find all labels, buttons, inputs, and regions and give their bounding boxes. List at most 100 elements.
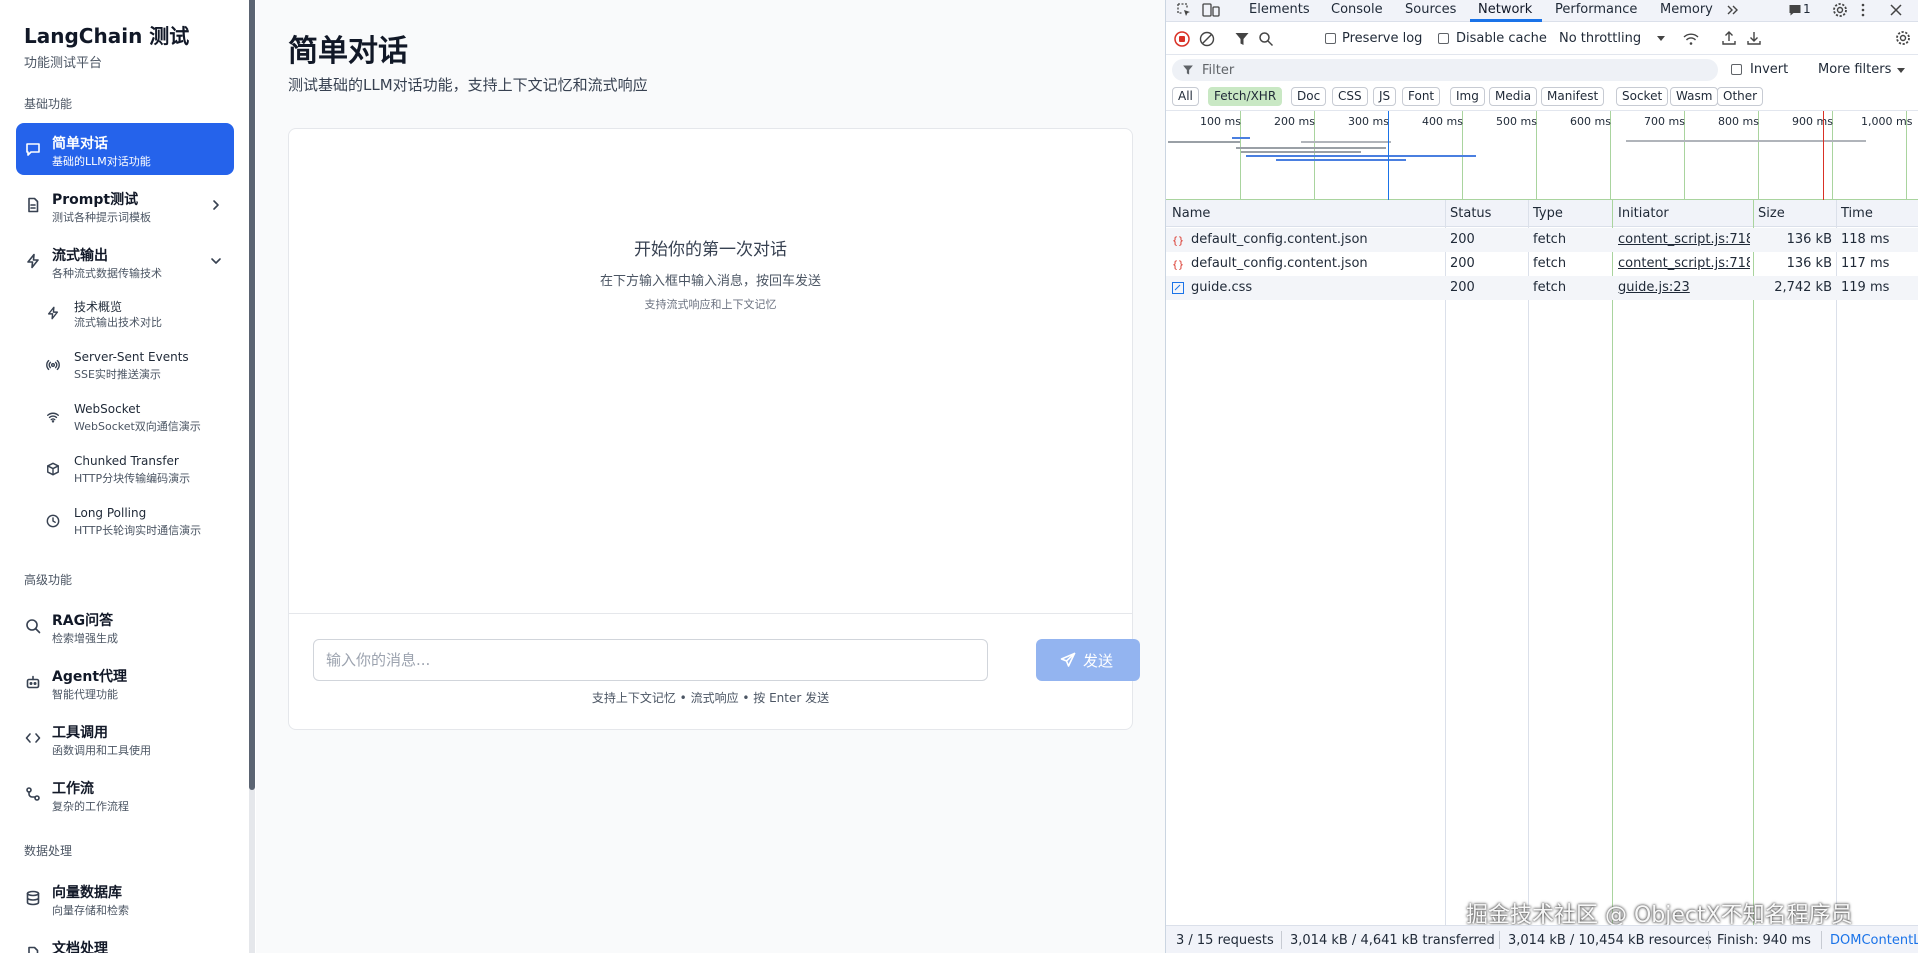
- type-filter-wasm[interactable]: Wasm: [1670, 87, 1719, 106]
- tab-sources[interactable]: Sources: [1405, 2, 1456, 17]
- sidebar-item-streaming[interactable]: 流式输出 各种流式数据传输技术: [16, 235, 234, 287]
- sidebar-item-doc-processing[interactable]: 文档处理: [16, 928, 234, 953]
- filter-icon[interactable]: [1234, 31, 1250, 47]
- tab-performance[interactable]: Performance: [1555, 2, 1637, 17]
- column-header-type[interactable]: Type: [1533, 206, 1563, 221]
- status-requests: 3 / 15 requests: [1176, 933, 1274, 948]
- sidebar-scrollbar-thumb[interactable]: [249, 0, 255, 790]
- request-initiator-link[interactable]: guide.js:23: [1618, 280, 1750, 295]
- sidebar-subitem-chunked[interactable]: Chunked Transfer HTTP分块传输编码演示: [40, 448, 234, 492]
- network-toolbar: Preserve log Disable cache No throttling: [1166, 23, 1918, 55]
- filter-input[interactable]: Filter: [1172, 59, 1718, 81]
- search-icon[interactable]: [1258, 31, 1274, 47]
- close-icon[interactable]: [1889, 3, 1903, 17]
- column-divider[interactable]: [1528, 200, 1529, 925]
- tab-console[interactable]: Console: [1331, 2, 1383, 17]
- sidebar-item-rag[interactable]: RAG问答 检索增强生成: [16, 600, 234, 652]
- request-type: fetch: [1533, 256, 1567, 271]
- type-filter-css[interactable]: CSS: [1332, 87, 1368, 106]
- issues-icon[interactable]: [1788, 3, 1802, 17]
- sidebar-subitem-websocket[interactable]: WebSocket WebSocket双向通信演示: [40, 396, 234, 440]
- disable-cache-checkbox[interactable]: [1438, 33, 1449, 44]
- column-divider[interactable]: [1445, 200, 1446, 925]
- network-conditions-icon[interactable]: [1682, 31, 1700, 47]
- send-button-label: 发送: [1083, 653, 1114, 670]
- filter-row: Filter Invert More filters: [1166, 55, 1918, 85]
- inspect-element-icon[interactable]: [1176, 2, 1192, 18]
- sidebar-item-prompt-test[interactable]: Prompt测试 测试各种提示词模板: [16, 179, 234, 231]
- throttling-select[interactable]: No throttling: [1559, 31, 1641, 46]
- request-row[interactable]: guide.css 200 fetch guide.js:23 2,742 kB…: [1166, 276, 1918, 300]
- sidebar-item-sublabel: 测试各种提示词模板: [52, 211, 151, 224]
- sidebar-item-label: 文档处理: [52, 941, 108, 953]
- invert-checkbox[interactable]: [1731, 64, 1742, 75]
- export-har-icon[interactable]: [1746, 30, 1762, 46]
- issues-count[interactable]: 1: [1803, 2, 1811, 16]
- sidebar-item-tools[interactable]: 工具调用 函数调用和工具使用: [16, 712, 234, 764]
- device-toolbar-icon[interactable]: [1202, 2, 1220, 18]
- sidebar-subitem-label: Server-Sent Events: [74, 350, 189, 364]
- request-initiator-link[interactable]: content_script.js:7188: [1618, 232, 1750, 247]
- message-input[interactable]: [313, 639, 988, 681]
- sidebar-subitem-overview[interactable]: 技术概览 流式输出技术对比: [40, 292, 234, 336]
- more-tabs-icon[interactable]: [1726, 3, 1740, 17]
- column-header-time[interactable]: Time: [1841, 206, 1873, 221]
- type-filter-fetch-xhr[interactable]: Fetch/XHR: [1208, 87, 1283, 106]
- request-row[interactable]: {} default_config.content.json 200 fetch…: [1166, 252, 1918, 276]
- status-dom-content-loaded: DOMContentLoaded: [1830, 933, 1918, 948]
- brand-title: LangChain 测试: [24, 24, 190, 48]
- timeline-request-bar: [1232, 137, 1250, 139]
- timeline-tick-label: 500 ms: [1496, 115, 1537, 128]
- type-filter-font[interactable]: Font: [1402, 87, 1441, 106]
- sidebar-item-workflow[interactable]: 工作流 复杂的工作流程: [16, 768, 234, 820]
- type-filter-manifest[interactable]: Manifest: [1541, 87, 1605, 106]
- network-overview-timeline[interactable]: 100 ms 200 ms 300 ms 400 ms 500 ms 600 m…: [1166, 110, 1918, 200]
- section-label-data: 数据处理: [24, 844, 73, 858]
- column-header-size[interactable]: Size: [1758, 206, 1785, 221]
- invert-label: Invert: [1750, 62, 1789, 77]
- request-row[interactable]: {} default_config.content.json 200 fetch…: [1166, 228, 1918, 252]
- settings-icon[interactable]: [1832, 2, 1848, 18]
- column-header-status[interactable]: Status: [1450, 206, 1491, 221]
- tab-elements[interactable]: Elements: [1249, 2, 1310, 17]
- type-filter-doc[interactable]: Doc: [1291, 87, 1327, 106]
- type-filter-media[interactable]: Media: [1489, 87, 1538, 106]
- more-vert-icon[interactable]: [1860, 2, 1866, 18]
- disable-cache-label: Disable cache: [1456, 31, 1547, 46]
- record-stop-icon[interactable]: [1174, 31, 1190, 47]
- type-filter-img[interactable]: Img: [1450, 87, 1485, 106]
- sidebar-item-label: 简单对话: [52, 136, 108, 152]
- type-filter-js[interactable]: JS: [1373, 87, 1397, 106]
- sidebar-item-simple-chat[interactable]: 简单对话 基础的LLM对话功能: [16, 123, 234, 175]
- column-header-name[interactable]: Name: [1172, 206, 1210, 221]
- column-divider[interactable]: [1753, 200, 1754, 925]
- preserve-log-checkbox[interactable]: [1325, 33, 1336, 44]
- request-initiator-link[interactable]: content_script.js:7188: [1618, 256, 1750, 271]
- request-size: 136 kB: [1786, 256, 1832, 271]
- bot-icon: [26, 675, 40, 689]
- request-size: 136 kB: [1786, 232, 1832, 247]
- type-filter-all[interactable]: All: [1172, 87, 1199, 106]
- tab-memory[interactable]: Memory: [1660, 2, 1713, 17]
- wifi-icon: [47, 412, 59, 423]
- timeline-tick-label: 1,000 ms: [1861, 115, 1913, 128]
- sidebar-subitem-long-polling[interactable]: Long Polling HTTP长轮询实时通信演示: [40, 500, 234, 544]
- css-file-icon: [1172, 282, 1184, 294]
- more-filters-button[interactable]: More filters: [1818, 62, 1891, 77]
- sidebar-item-vector-db[interactable]: 向量数据库 向量存储和检索: [16, 872, 234, 924]
- type-filter-other[interactable]: Other: [1717, 87, 1764, 106]
- column-divider[interactable]: [1612, 200, 1613, 925]
- network-status-bar: 3 / 15 requests 3,014 kB / 4,641 kB tran…: [1166, 925, 1918, 953]
- type-filter-socket[interactable]: Socket: [1616, 87, 1669, 106]
- column-divider[interactable]: [1836, 200, 1837, 925]
- network-settings-icon[interactable]: [1895, 30, 1911, 46]
- tab-network[interactable]: Network: [1478, 2, 1532, 17]
- sidebar-subitem-sse[interactable]: Server-Sent Events SSE实时推送演示: [40, 344, 234, 388]
- sidebar-item-agent[interactable]: Agent代理 智能代理功能: [16, 656, 234, 708]
- sidebar-subitem-sublabel: SSE实时推送演示: [74, 368, 161, 381]
- send-icon: [1060, 652, 1076, 667]
- send-button[interactable]: 发送: [1036, 639, 1140, 681]
- import-har-icon[interactable]: [1721, 30, 1737, 46]
- column-header-initiator[interactable]: Initiator: [1618, 206, 1669, 221]
- clear-icon[interactable]: [1199, 31, 1215, 47]
